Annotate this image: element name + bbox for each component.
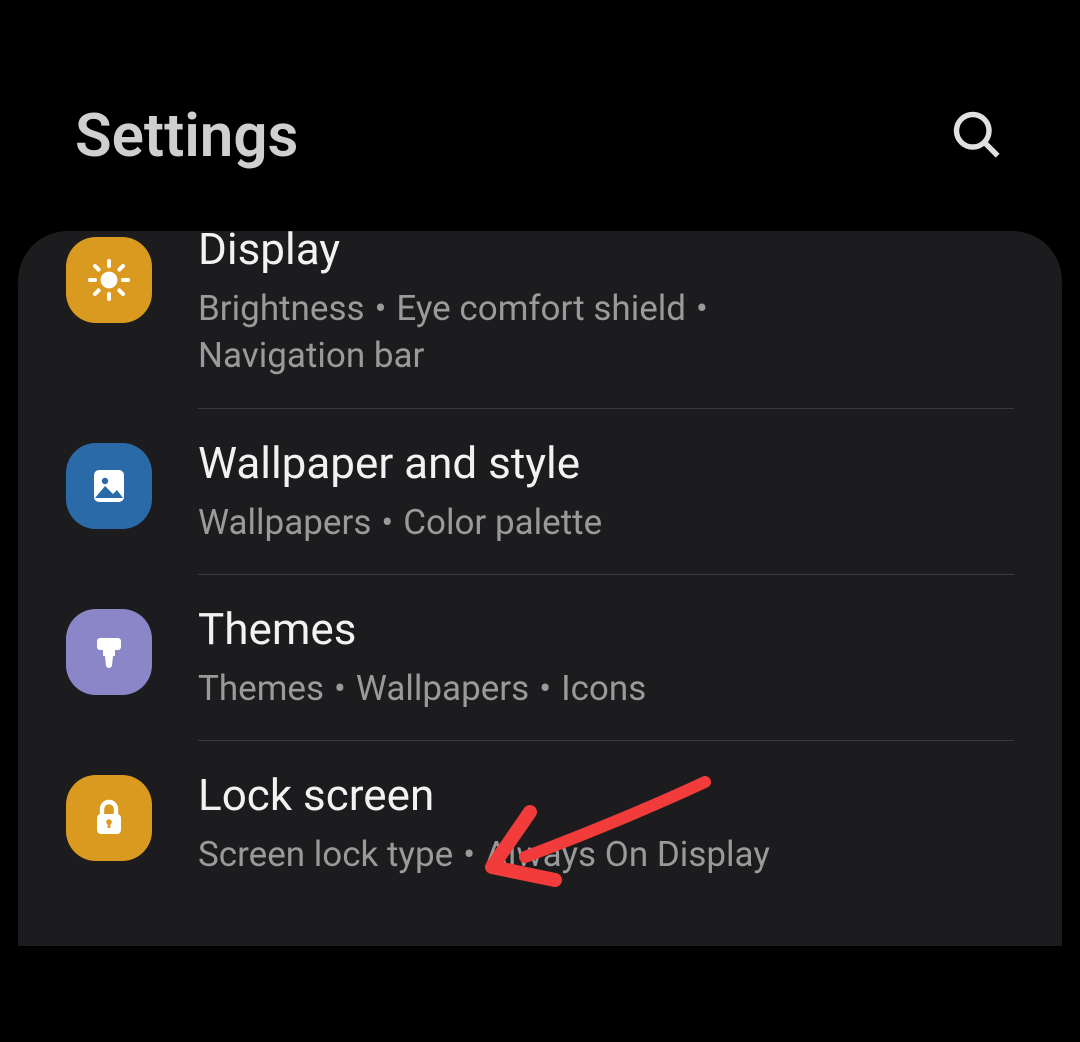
settings-item-text: Lock screen Screen lock type•Always On D…	[198, 769, 1014, 878]
settings-item-subtitle: Wallpapers•Color palette	[198, 499, 1014, 546]
settings-item-display[interactable]: Display Brightness•Eye comfort shield•Na…	[18, 231, 1062, 408]
search-button[interactable]	[942, 100, 1010, 171]
header: Settings	[0, 0, 1080, 231]
settings-item-text: Themes Themes•Wallpapers•Icons	[198, 603, 1014, 712]
sub-label: Navigation bar	[198, 335, 424, 376]
sub-label: Wallpapers	[356, 668, 529, 709]
lock-icon	[66, 775, 152, 861]
settings-item-title: Themes	[198, 603, 1014, 655]
brush-icon	[66, 609, 152, 695]
settings-item-wallpaper[interactable]: Wallpaper and style Wallpapers•Color pal…	[18, 409, 1062, 574]
sub-label: Eye comfort shield	[396, 288, 686, 329]
settings-item-title: Wallpaper and style	[198, 437, 1014, 489]
settings-panel: Display Brightness•Eye comfort shield•Na…	[18, 231, 1062, 946]
page-title: Settings	[75, 100, 298, 171]
sub-label: Themes	[198, 668, 324, 709]
settings-item-text: Wallpaper and style Wallpapers•Color pal…	[198, 437, 1014, 546]
sub-label: Wallpapers	[198, 502, 371, 543]
sub-label: Brightness	[198, 288, 365, 329]
search-icon	[950, 108, 1002, 160]
brightness-icon	[66, 237, 152, 323]
sub-label: Screen lock type	[198, 834, 453, 875]
settings-item-lockscreen[interactable]: Lock screen Screen lock type•Always On D…	[18, 741, 1062, 906]
settings-item-subtitle: Themes•Wallpapers•Icons	[198, 665, 1014, 712]
image-icon	[66, 443, 152, 529]
sub-label: Always On Display	[485, 834, 770, 875]
settings-item-title: Display	[198, 231, 1014, 275]
settings-item-subtitle: Screen lock type•Always On Display	[198, 831, 1014, 878]
sub-label: Icons	[561, 668, 646, 709]
settings-item-title: Lock screen	[198, 769, 1014, 821]
sub-label: Color palette	[403, 502, 602, 543]
settings-item-text: Display Brightness•Eye comfort shield•Na…	[198, 231, 1014, 380]
settings-item-themes[interactable]: Themes Themes•Wallpapers•Icons	[18, 575, 1062, 740]
settings-item-subtitle: Brightness•Eye comfort shield•Navigation…	[198, 285, 1014, 380]
